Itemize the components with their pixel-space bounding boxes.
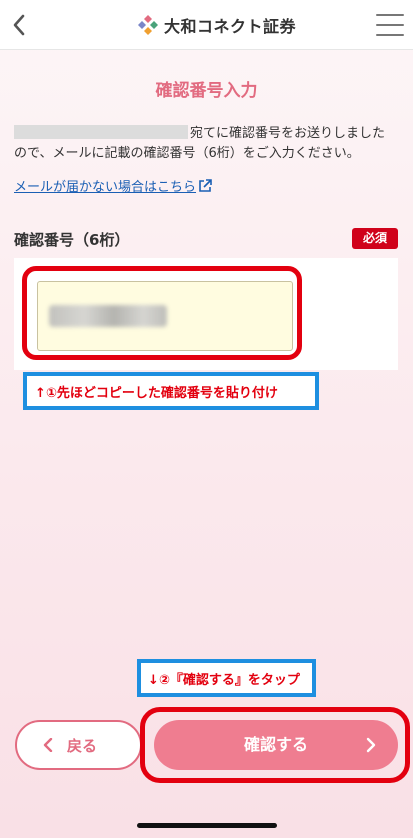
instruction-text: 宛てに確認番号をお送りしました ので、メールに記載の確認番号（6桁）をご入力くだ…	[14, 124, 404, 164]
brand-mark-icon	[138, 15, 158, 35]
masked-email	[14, 125, 188, 139]
back-arrow-button[interactable]	[8, 12, 32, 38]
home-indicator	[137, 823, 277, 828]
chevron-left-icon	[13, 14, 25, 36]
page-title: 確認番号入力	[155, 81, 258, 101]
back-button[interactable]: 戻る	[15, 720, 142, 770]
external-link-icon	[199, 178, 212, 192]
menu-button[interactable]	[376, 12, 404, 38]
instruction-line1: 宛てに確認番号をお送りしました	[190, 126, 386, 141]
back-button-label: 戻る	[67, 736, 98, 755]
brand-logo: 大和コネクト証券	[137, 13, 296, 37]
code-field-label: 確認番号（6桁）	[14, 231, 130, 249]
app-header: 大和コネクト証券	[0, 0, 413, 50]
brand-name: 大和コネクト証券	[164, 17, 297, 36]
menu-line-icon	[376, 24, 404, 26]
highlight-frame-confirm	[140, 707, 410, 783]
menu-line-icon	[376, 34, 404, 36]
required-badge: 必須	[352, 228, 398, 249]
annotation-step2: ↓②『確認する』をタップ	[137, 659, 316, 697]
annotation-step1: ↑①先ほどコピーした確認番号を貼り付け	[23, 372, 319, 410]
instruction-line2: ので、メールに記載の確認番号（6桁）をご入力ください。	[14, 146, 360, 161]
highlight-frame-input	[22, 266, 302, 360]
chevron-left-icon	[43, 738, 53, 752]
help-link[interactable]: メールが届かない場合はこちら	[14, 176, 212, 195]
menu-line-icon	[376, 14, 404, 16]
help-link-label: メールが届かない場合はこちら	[14, 180, 197, 195]
